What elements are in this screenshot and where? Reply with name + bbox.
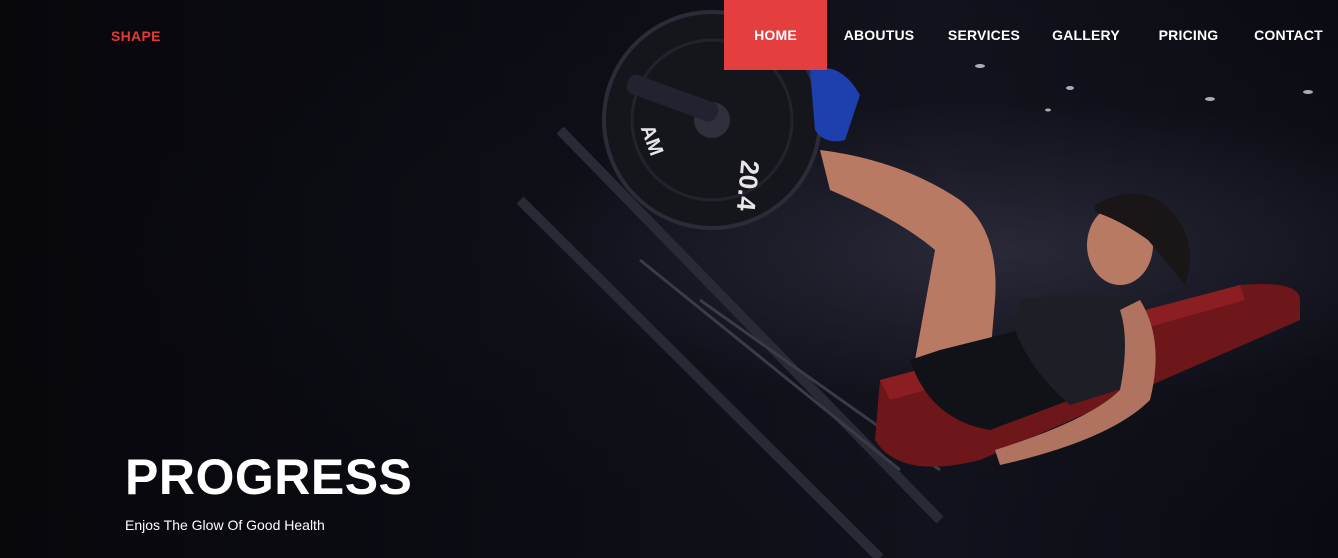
nav-item-gallery[interactable]: GALLERY xyxy=(1037,0,1135,70)
nav-item-pricing[interactable]: PRICING xyxy=(1135,0,1242,70)
hero-title: PROGRESS xyxy=(125,449,413,505)
brand-logo[interactable]: SHAPE xyxy=(111,28,161,44)
plate-weight-text: 20.4 xyxy=(731,159,765,213)
nav-item-home[interactable]: HOME xyxy=(724,0,827,70)
hero-section: 20.4 AM SHAPE HOME ABOUTUS SERVICES GALL… xyxy=(0,0,1338,558)
main-navigation: HOME ABOUTUS SERVICES GALLERY PRICING CO… xyxy=(724,0,1335,70)
nav-item-contact[interactable]: CONTACT xyxy=(1242,0,1335,70)
nav-item-aboutus[interactable]: ABOUTUS xyxy=(827,0,931,70)
nav-item-services[interactable]: SERVICES xyxy=(931,0,1037,70)
hero-subtitle: Enjos The Glow Of Good Health xyxy=(125,517,325,533)
